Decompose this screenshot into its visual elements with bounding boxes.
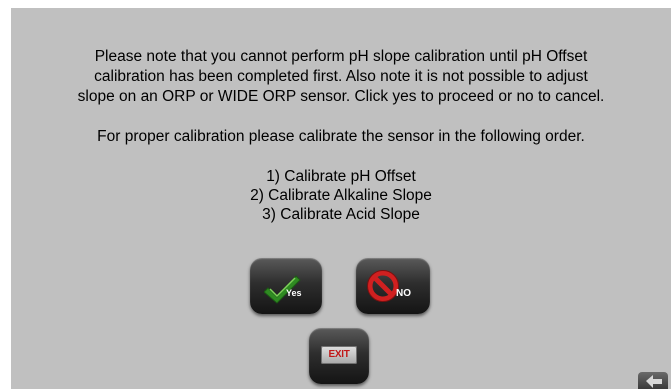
exit-button[interactable]: EXIT (309, 328, 369, 384)
calibration-steps-list: 1) Calibrate pH Offset 2) Calibrate Alka… (11, 167, 671, 224)
back-arrow-icon (646, 375, 662, 388)
message-line: For proper calibration please calibrate … (97, 128, 585, 145)
exit-sign-icon: EXIT (321, 346, 357, 364)
calibration-step: 3) Calibrate Acid Slope (262, 206, 420, 223)
back-button[interactable] (638, 372, 668, 389)
warning-message: Please note that you cannot perform pH s… (11, 47, 671, 107)
yes-label: Yes (286, 288, 302, 298)
no-label: NO (396, 288, 411, 299)
exit-label: EXIT (328, 349, 350, 360)
message-line: Please note that you cannot perform pH s… (94, 48, 588, 65)
calibration-step: 1) Calibrate pH Offset (266, 168, 416, 185)
calibration-step: 2) Calibrate Alkaline Slope (250, 187, 432, 204)
dialog-screen: Please note that you cannot perform pH s… (11, 8, 671, 389)
calibration-order-message: For proper calibration please calibrate … (11, 127, 671, 147)
message-line: slope on an ORP or WIDE ORP sensor. Clic… (77, 88, 605, 105)
yes-button[interactable]: Yes (250, 258, 322, 314)
message-line: calibration has been completed first. Al… (94, 68, 588, 85)
no-button[interactable]: NO (356, 258, 430, 314)
